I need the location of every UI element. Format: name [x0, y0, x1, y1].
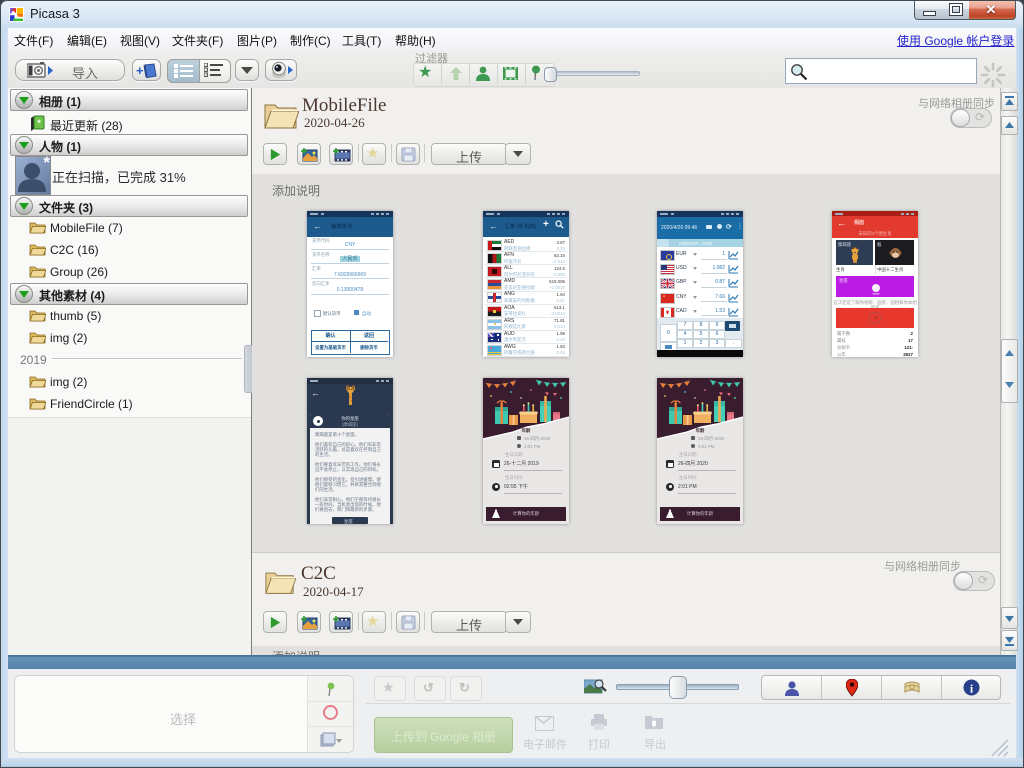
- svg-text:+: +: [136, 63, 144, 78]
- svg-text:*: *: [37, 118, 41, 128]
